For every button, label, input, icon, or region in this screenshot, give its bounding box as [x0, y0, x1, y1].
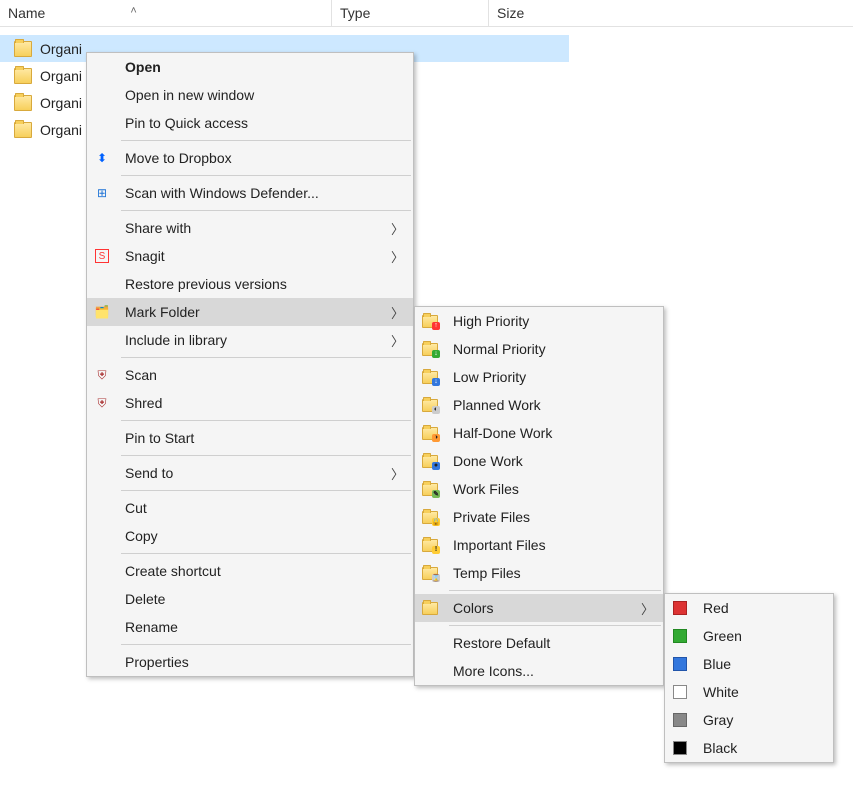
folder-normal-icon: ↓ [422, 341, 438, 357]
scan-icon: ⛨ [94, 367, 110, 383]
context-menu: Open Open in new window Pin to Quick acc… [86, 52, 414, 677]
menu-share-with[interactable]: Share with〉 [87, 214, 413, 242]
submenu-planned[interactable]: ◐ Planned Work [415, 391, 663, 419]
column-type-label: Type [340, 5, 370, 21]
chevron-right-icon: 〉 [391, 247, 403, 266]
folder-private-icon: 🔒 [422, 509, 438, 525]
menu-cut[interactable]: Cut [87, 494, 413, 522]
submenu-important-files[interactable]: ! Important Files [415, 531, 663, 559]
folder-icon [14, 68, 32, 84]
black-swatch-icon [673, 741, 687, 755]
menu-pin-quick-access[interactable]: Pin to Quick access [87, 109, 413, 137]
red-swatch-icon [673, 601, 687, 615]
folder-high-icon: ↑ [422, 313, 438, 329]
folder-colors-icon [422, 600, 438, 616]
menu-rename[interactable]: Rename [87, 613, 413, 641]
menu-shred[interactable]: ⛨ Shred [87, 389, 413, 417]
shred-icon: ⛨ [94, 395, 110, 411]
chevron-right-icon: 〉 [391, 331, 403, 350]
folder-low-icon: ↓ [422, 369, 438, 385]
green-swatch-icon [673, 629, 687, 643]
menu-open-new-window[interactable]: Open in new window [87, 81, 413, 109]
column-type[interactable]: Type [332, 0, 489, 26]
menu-properties[interactable]: Properties [87, 648, 413, 676]
menu-copy[interactable]: Copy [87, 522, 413, 550]
menu-include-library[interactable]: Include in library〉 [87, 326, 413, 354]
submenu-low-priority[interactable]: ↓ Low Priority [415, 363, 663, 391]
menu-create-shortcut[interactable]: Create shortcut [87, 557, 413, 585]
column-name-label: Name [8, 5, 45, 21]
color-white[interactable]: White [665, 678, 833, 706]
item-label: Organi [40, 122, 82, 138]
color-black[interactable]: Black [665, 734, 833, 762]
folder-icon [14, 122, 32, 138]
submenu-private-files[interactable]: 🔒 Private Files [415, 503, 663, 531]
folder-important-icon: ! [422, 537, 438, 553]
submenu-normal-priority[interactable]: ↓ Normal Priority [415, 335, 663, 363]
column-headers[interactable]: Name ˄ Type Size [0, 0, 853, 27]
folder-halfdone-icon: ◑ [422, 425, 438, 441]
column-name[interactable]: Name ˄ [0, 0, 332, 26]
colors-submenu: Red Green Blue White Gray Black [664, 593, 834, 763]
submenu-half-done[interactable]: ◑ Half-Done Work [415, 419, 663, 447]
folder-icon [14, 95, 32, 111]
item-label: Organi [40, 95, 82, 111]
submenu-colors[interactable]: Colors〉 [415, 594, 663, 622]
folder-temp-icon: ⌛ [422, 565, 438, 581]
color-red[interactable]: Red [665, 594, 833, 622]
item-label: Organi [40, 41, 82, 57]
column-size[interactable]: Size [489, 0, 605, 26]
menu-pin-start[interactable]: Pin to Start [87, 424, 413, 452]
snagit-icon: S [95, 249, 109, 263]
menu-move-dropbox[interactable]: ⬍ Move to Dropbox [87, 144, 413, 172]
folder-work-icon: ✎ [422, 481, 438, 497]
submenu-more-icons[interactable]: More Icons... [415, 657, 663, 685]
menu-send-to[interactable]: Send to〉 [87, 459, 413, 487]
defender-icon: ⊞ [94, 185, 110, 201]
menu-delete[interactable]: Delete [87, 585, 413, 613]
sort-asc-icon: ˄ [130, 5, 136, 17]
submenu-high-priority[interactable]: ↑ High Priority [415, 307, 663, 335]
color-green[interactable]: Green [665, 622, 833, 650]
column-size-label: Size [497, 5, 524, 21]
color-gray[interactable]: Gray [665, 706, 833, 734]
menu-snagit[interactable]: S Snagit〉 [87, 242, 413, 270]
submenu-done[interactable]: ● Done Work [415, 447, 663, 475]
mark-folder-icon: 🗂️ [94, 304, 110, 320]
submenu-temp-files[interactable]: ⌛ Temp Files [415, 559, 663, 587]
submenu-restore-default[interactable]: Restore Default [415, 629, 663, 657]
menu-restore-prev[interactable]: Restore previous versions [87, 270, 413, 298]
folder-icon [14, 41, 32, 57]
dropbox-icon: ⬍ [94, 150, 110, 166]
folder-done-icon: ● [422, 453, 438, 469]
white-swatch-icon [673, 685, 687, 699]
folder-planned-icon: ◐ [422, 397, 438, 413]
blue-swatch-icon [673, 657, 687, 671]
chevron-right-icon: 〉 [391, 219, 403, 238]
menu-defender[interactable]: ⊞ Scan with Windows Defender... [87, 179, 413, 207]
chevron-right-icon: 〉 [641, 599, 653, 618]
menu-scan[interactable]: ⛨ Scan [87, 361, 413, 389]
menu-open[interactable]: Open [87, 53, 413, 81]
color-blue[interactable]: Blue [665, 650, 833, 678]
chevron-right-icon: 〉 [391, 303, 403, 322]
item-label: Organi [40, 68, 82, 84]
chevron-right-icon: 〉 [391, 464, 403, 483]
gray-swatch-icon [673, 713, 687, 727]
menu-mark-folder[interactable]: 🗂️ Mark Folder〉 [87, 298, 413, 326]
mark-folder-submenu: ↑ High Priority ↓ Normal Priority ↓ Low … [414, 306, 664, 686]
submenu-work-files[interactable]: ✎ Work Files [415, 475, 663, 503]
